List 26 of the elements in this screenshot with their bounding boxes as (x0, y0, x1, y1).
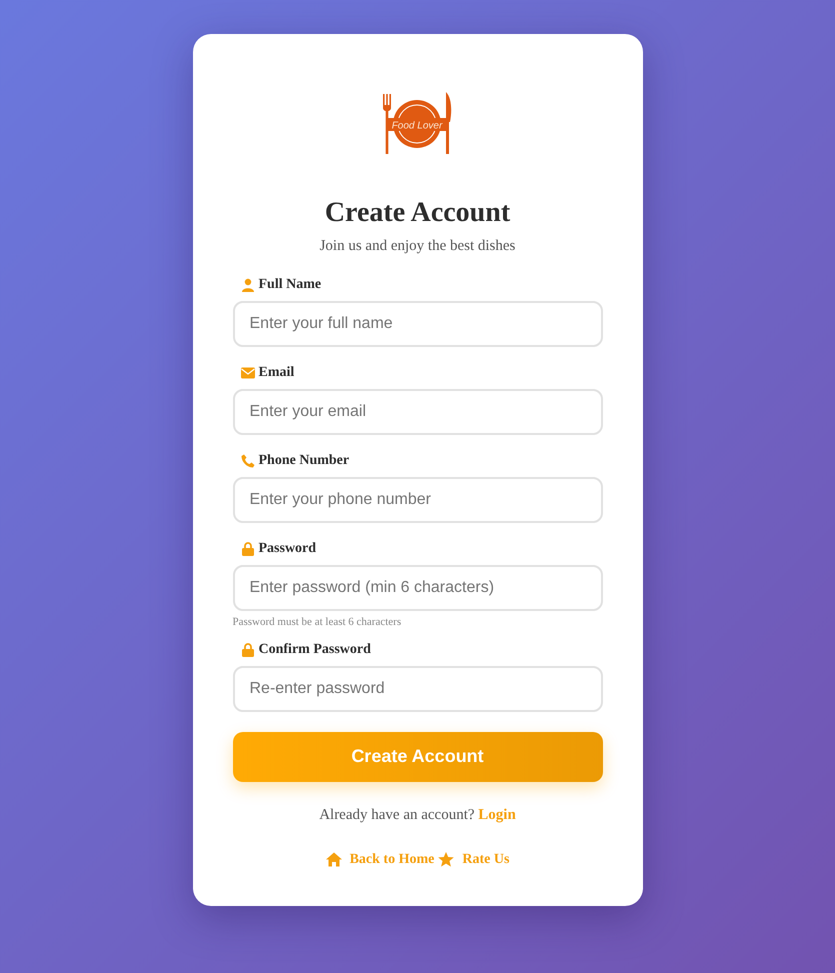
phone-icon (240, 454, 254, 468)
field-label: Confirm Password (258, 642, 371, 658)
input-field[interactable]: Enter password (min 6 characters) (232, 564, 602, 611)
person-icon (240, 278, 254, 292)
home-icon (326, 852, 342, 868)
lock-icon (240, 542, 254, 556)
field-hint: Password must be at least 6 characters (232, 616, 402, 628)
star-icon (438, 852, 454, 868)
input-field[interactable]: Enter your email (232, 388, 602, 435)
create-account-button[interactable]: Create Account (232, 732, 602, 782)
lock-icon (240, 642, 254, 657)
input-field[interactable]: Re-enter password (232, 666, 602, 712)
field-label: Email (258, 364, 294, 381)
login-link[interactable]: Login (478, 806, 516, 823)
logo: Food Lover (380, 92, 456, 156)
field-label: Password (258, 540, 316, 557)
field-label: Full Name (258, 276, 322, 293)
login-prompt: Already have an account? Login (318, 806, 517, 824)
footer-link[interactable]: Rate Us (438, 852, 510, 868)
page-title: Create Account (324, 196, 512, 230)
input-field[interactable]: Enter your full name (232, 300, 602, 347)
envelope-icon (240, 366, 254, 380)
input-field[interactable]: Enter your phone number (232, 476, 602, 523)
footer-link[interactable]: Back to Home (326, 852, 434, 868)
subtitle: Join us and enjoy the best dishes (318, 238, 516, 255)
field-label: Phone Number (258, 452, 350, 469)
